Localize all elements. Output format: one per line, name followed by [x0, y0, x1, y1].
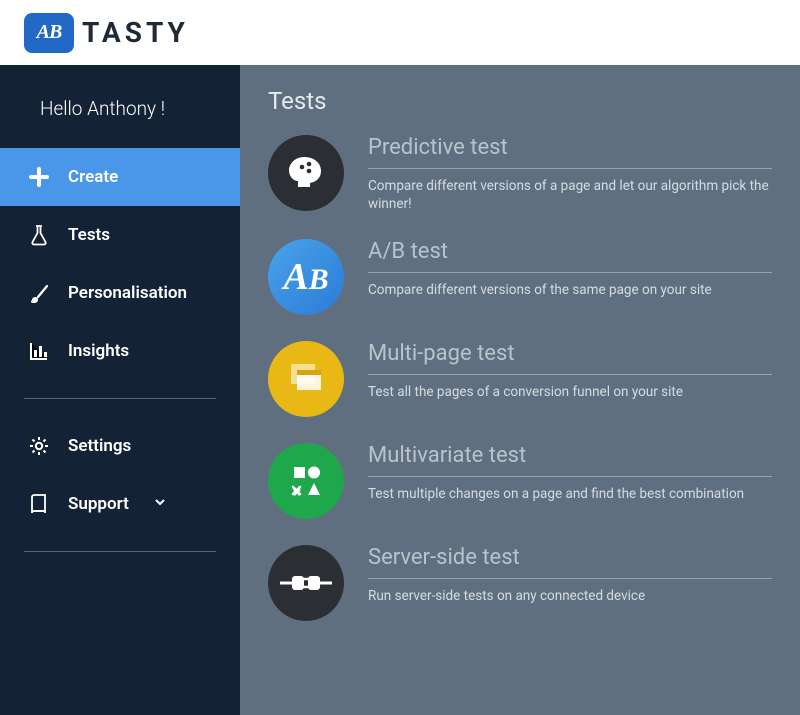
- logo-badge: AB: [24, 13, 74, 53]
- brand-logo: AB TASTY: [24, 13, 189, 53]
- sidebar-item-label: Insights: [68, 341, 129, 361]
- ab-icon: AB: [268, 239, 344, 315]
- sidebar-item-label: Create: [68, 167, 118, 187]
- sidebar-item-support[interactable]: Support: [0, 475, 240, 533]
- page-title: Tests: [268, 87, 772, 115]
- sidebar-item-label: Settings: [68, 436, 131, 456]
- flask-icon: [28, 224, 50, 246]
- test-desc: Compare different versions of the same p…: [368, 273, 772, 299]
- test-option-predictive[interactable]: Predictive test Compare different versio…: [268, 135, 772, 213]
- test-desc: Test multiple changes on a page and find…: [368, 477, 772, 503]
- test-title: Multi-page test: [368, 341, 772, 375]
- sidebar: Hello Anthony ! Create Tests Personalisa…: [0, 65, 240, 715]
- sidebar-item-label: Support: [68, 494, 129, 514]
- test-desc: Run server-side tests on any connected d…: [368, 579, 772, 605]
- test-title: Server-side test: [368, 545, 772, 579]
- sidebar-divider: [24, 551, 216, 552]
- brush-icon: [28, 282, 50, 304]
- app-header: AB TASTY: [0, 0, 800, 65]
- sidebar-item-tests[interactable]: Tests: [0, 206, 240, 264]
- test-title: Multivariate test: [368, 443, 772, 477]
- test-option-multipage[interactable]: Multi-page test Test all the pages of a …: [268, 341, 772, 417]
- shapes-icon: [268, 443, 344, 519]
- test-desc: Test all the pages of a conversion funne…: [368, 375, 772, 401]
- pages-icon: [268, 341, 344, 417]
- sidebar-divider: [24, 398, 216, 399]
- chevron-down-icon: [153, 494, 167, 514]
- sidebar-item-personalisation[interactable]: Personalisation: [0, 264, 240, 322]
- brain-icon: [268, 135, 344, 211]
- test-title: Predictive test: [368, 135, 772, 169]
- sidebar-item-label: Personalisation: [68, 283, 187, 303]
- greeting: Hello Anthony !: [0, 65, 240, 148]
- barchart-icon: [28, 340, 50, 362]
- sidebar-item-settings[interactable]: Settings: [0, 417, 240, 475]
- gear-icon: [28, 435, 50, 457]
- sidebar-item-create[interactable]: Create: [0, 148, 240, 206]
- book-icon: [28, 493, 50, 515]
- test-desc: Compare different versions of a page and…: [368, 169, 772, 213]
- test-title: A/B test: [368, 239, 772, 273]
- plus-icon: [28, 166, 50, 188]
- test-option-multivariate[interactable]: Multivariate test Test multiple changes …: [268, 443, 772, 519]
- brand-name: TASTY: [82, 16, 189, 49]
- test-option-ab[interactable]: AB A/B test Compare different versions o…: [268, 239, 772, 315]
- test-option-serverside[interactable]: Server-side test Run server-side tests o…: [268, 545, 772, 621]
- sidebar-item-label: Tests: [68, 225, 110, 245]
- plug-icon: [268, 545, 344, 621]
- sidebar-item-insights[interactable]: Insights: [0, 322, 240, 380]
- main-panel: Tests Predictive test Compare different …: [240, 65, 800, 715]
